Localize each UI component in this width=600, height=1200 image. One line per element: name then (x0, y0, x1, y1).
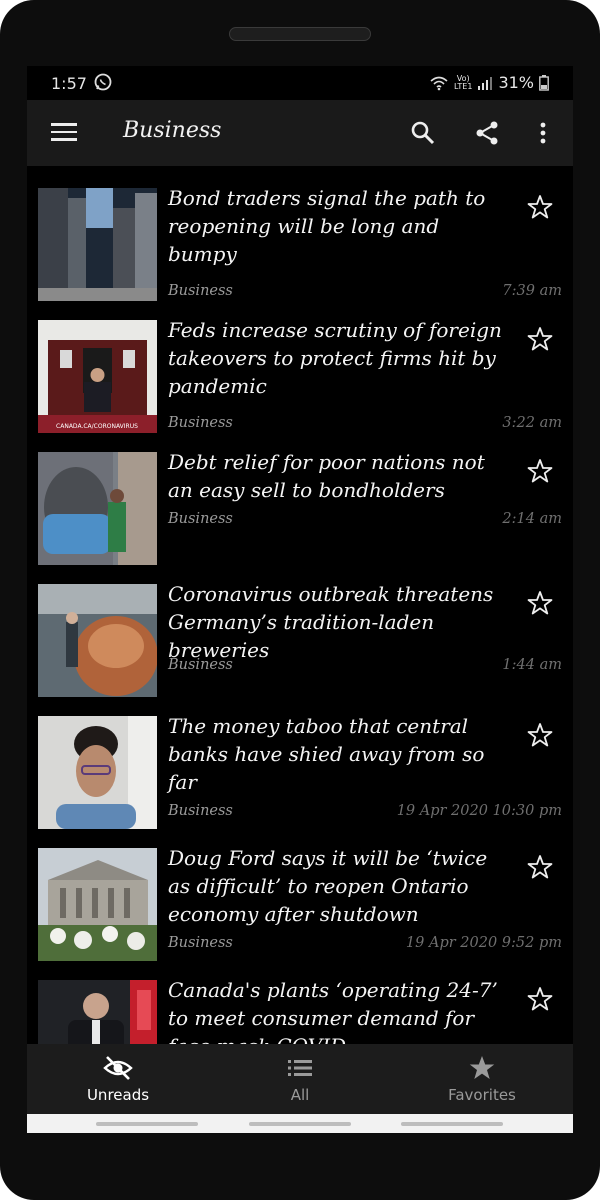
battery-percent: 31% (498, 73, 534, 92)
earpiece-speaker (229, 27, 371, 41)
favorite-star-icon[interactable] (527, 194, 553, 220)
article-category: Business (168, 511, 233, 527)
tab-favorites[interactable]: Favorites (391, 1044, 573, 1114)
more-options-icon[interactable] (530, 120, 556, 146)
article-thumbnail (38, 980, 157, 1044)
article-thumbnail (38, 452, 157, 565)
battery-icon (539, 74, 549, 91)
tab-all[interactable]: All (209, 1044, 391, 1114)
article-category: Business (168, 935, 233, 951)
app-screen: 1:57 Vo) LTE1 31% Business Bond traders … (27, 66, 573, 1133)
article-card[interactable]: Coronavirus outbreak threatens Germany’s… (27, 562, 573, 697)
article-category: Business (168, 803, 233, 819)
article-card[interactable]: Canada's plants ‘operating 24-7’ to meet… (27, 958, 573, 1044)
app-bar: Business (27, 100, 573, 166)
wifi-icon (430, 76, 448, 90)
gesture-bar (27, 1114, 573, 1133)
signal-icon (478, 76, 493, 90)
gesture-pill[interactable] (401, 1122, 503, 1126)
favorite-star-icon[interactable] (527, 458, 553, 484)
article-title[interactable]: Bond traders signal the path to reopenin… (168, 184, 508, 268)
article-time: 1:44 am (502, 657, 562, 673)
article-card[interactable]: Bond traders signal the path to reopenin… (27, 166, 573, 301)
gesture-pill[interactable] (96, 1122, 198, 1126)
favorite-star-icon[interactable] (527, 326, 553, 352)
article-time: 2:14 am (502, 511, 562, 527)
article-thumbnail: CANADA.CA/CORONAVIRUS (38, 320, 157, 433)
tab-unreads-label: Unreads (86, 1086, 150, 1104)
bottom-navigation: Unreads All Favorites (27, 1044, 573, 1114)
article-list: Bond traders signal the path to reopenin… (27, 166, 573, 1044)
article-title[interactable]: Canada's plants ‘operating 24-7’ to meet… (168, 976, 508, 1044)
article-meta: Business 2:14 am (168, 511, 562, 531)
article-thumbnail (38, 848, 157, 961)
thumbnail-caption: CANADA.CA/CORONAVIRUS (56, 423, 138, 430)
article-category: Business (168, 657, 233, 673)
article-card[interactable]: The money taboo that central banks have … (27, 694, 573, 829)
article-card[interactable]: Debt relief for poor nations not an easy… (27, 430, 573, 565)
tab-favorites-label: Favorites (448, 1086, 516, 1104)
tab-unreads[interactable]: Unreads (27, 1044, 209, 1114)
favorite-star-icon[interactable] (527, 590, 553, 616)
article-title[interactable]: Debt relief for poor nations not an easy… (168, 448, 508, 504)
article-thumbnail (38, 584, 157, 697)
article-card[interactable]: CANADA.CA/CORONAVIRUS Feds increase scru… (27, 298, 573, 433)
article-time: 7:39 am (502, 283, 562, 299)
article-title[interactable]: Coronavirus outbreak threatens Germany’s… (168, 580, 508, 664)
article-time: 19 Apr 2020 10:30 pm (396, 803, 562, 819)
star-filled-icon (469, 1056, 495, 1079)
article-time: 3:22 am (502, 415, 562, 431)
article-time: 19 Apr 2020 9:52 pm (405, 935, 562, 951)
eye-off-icon (103, 1056, 133, 1080)
article-title[interactable]: Feds increase scrutiny of foreign takeov… (168, 316, 508, 400)
article-title[interactable]: The money taboo that central banks have … (168, 712, 508, 796)
article-category: Business (168, 283, 233, 299)
menu-icon[interactable] (51, 123, 77, 143)
list-icon (288, 1060, 312, 1076)
page-title: Business (123, 118, 222, 143)
article-meta: Business 19 Apr 2020 10:30 pm (168, 803, 562, 823)
network-type: Vo) LTE1 (454, 73, 473, 91)
status-time: 1:57 (51, 74, 87, 93)
article-thumbnail (38, 188, 157, 301)
article-meta: Business 19 Apr 2020 9:52 pm (168, 935, 562, 955)
phone-frame: 1:57 Vo) LTE1 31% Business Bond traders … (0, 0, 600, 1200)
status-indicators: Vo) LTE1 31% (429, 73, 549, 92)
article-meta: Business 1:44 am (168, 657, 562, 677)
share-icon[interactable] (474, 120, 500, 146)
favorite-star-icon[interactable] (527, 986, 553, 1012)
search-icon[interactable] (410, 120, 436, 146)
favorite-star-icon[interactable] (527, 722, 553, 748)
gesture-pill[interactable] (249, 1122, 351, 1126)
status-bar: 1:57 Vo) LTE1 31% (27, 66, 573, 100)
article-category: Business (168, 415, 233, 431)
whatsapp-icon (94, 73, 112, 91)
article-title[interactable]: Doug Ford says it will be ‘twice as diff… (168, 844, 508, 928)
favorite-star-icon[interactable] (527, 854, 553, 880)
article-card[interactable]: Doug Ford says it will be ‘twice as diff… (27, 826, 573, 961)
article-thumbnail (38, 716, 157, 829)
tab-all-label: All (290, 1086, 310, 1104)
